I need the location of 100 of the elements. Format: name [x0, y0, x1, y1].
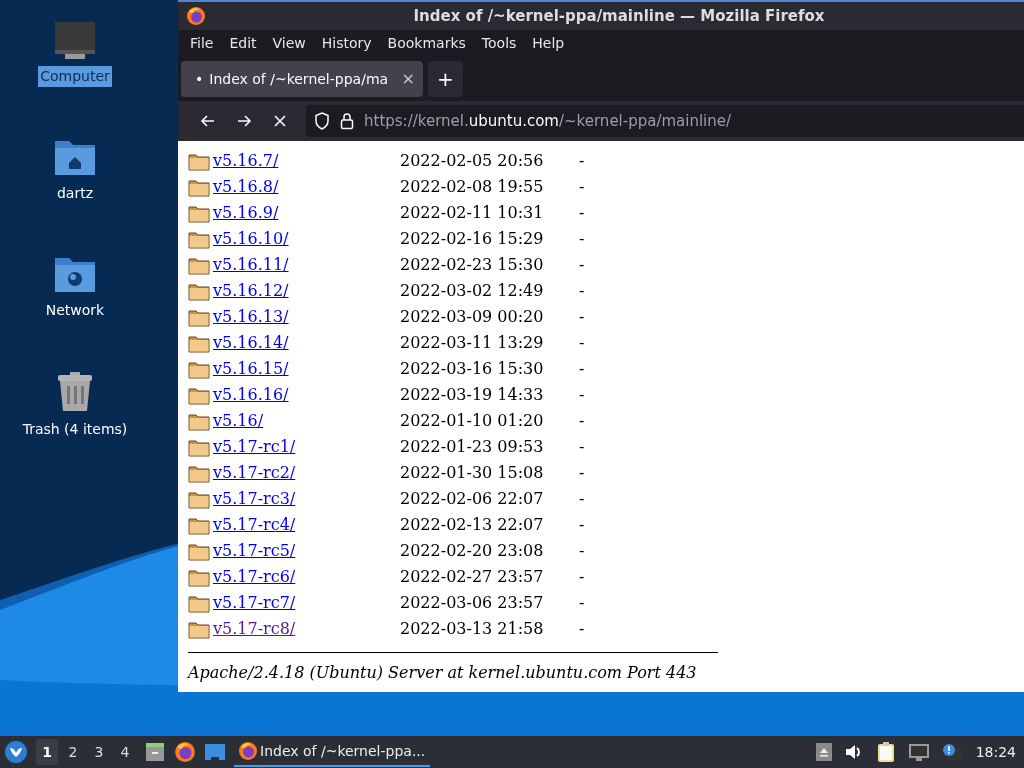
folder-icon — [188, 255, 210, 275]
folder-icon — [188, 307, 210, 327]
desktop-icon-label[interactable]: Network — [43, 300, 107, 321]
notification-icon[interactable] — [941, 743, 962, 761]
workspace-button[interactable]: 1 — [36, 739, 58, 765]
folder-icon — [188, 489, 210, 509]
address-field[interactable]: https://kernel.ubuntu.com/~kernel-ppa/mainline/ — [306, 105, 1024, 137]
date-cell-text: 2022-02-05 20:56 — [400, 150, 545, 172]
trash-icon — [55, 371, 95, 413]
size-cell-text: - — [579, 566, 585, 588]
firefox-icon — [186, 6, 206, 26]
size-cell-text: - — [579, 306, 585, 328]
forward-arrow-icon[interactable] — [236, 113, 252, 129]
directory-link[interactable]: v5.16.16/ — [213, 383, 289, 407]
window-title: Index of /~kernel-ppa/mainline — Mozilla Firefox — [412, 5, 826, 27]
date-cell-text: 2022-02-08 19:55 — [400, 176, 545, 198]
menu-item[interactable]: History — [313, 33, 380, 54]
firefox-icon — [238, 741, 258, 761]
directory-link[interactable]: v5.16.13/ — [213, 305, 289, 329]
directory-link[interactable]: v5.17-rc7/ — [213, 591, 296, 615]
menu-item[interactable]: Edit — [221, 33, 265, 54]
directory-link[interactable]: v5.16.10/ — [213, 227, 289, 251]
folder-icon — [188, 333, 210, 353]
date-cell-text: 2022-03-11 13:29 — [400, 332, 545, 354]
folder-icon — [188, 515, 210, 535]
directory-link[interactable]: v5.16/ — [213, 409, 264, 433]
folder-icon — [188, 541, 210, 561]
directory-link[interactable]: v5.16.9/ — [213, 201, 279, 225]
workspace-button[interactable]: 2 — [62, 739, 84, 765]
close-tab-button[interactable]: × — [401, 67, 415, 91]
date-cell-text: 2022-01-10 01:20 — [400, 410, 545, 432]
new-tab-button[interactable]: + — [428, 61, 463, 97]
firefox-icon[interactable] — [174, 741, 196, 763]
directory-link[interactable]: v5.16.8/ — [213, 175, 279, 199]
date-cell-text: 2022-03-16 15:30 — [400, 358, 545, 380]
size-cell-text: - — [579, 410, 585, 432]
size-cell-text: - — [579, 332, 585, 354]
desktop-icon-label[interactable]: Trash (4 items) — [20, 419, 130, 440]
date-cell-text: 2022-02-16 15:29 — [400, 228, 545, 250]
close-icon[interactable] — [272, 113, 288, 129]
directory-link[interactable]: v5.16.12/ — [213, 279, 289, 303]
directory-link[interactable]: v5.17-rc5/ — [213, 539, 296, 563]
folder-icon — [188, 359, 210, 379]
folder-icon — [188, 385, 210, 405]
clock: 18:24 — [975, 742, 1016, 762]
directory-link[interactable]: v5.16.7/ — [213, 149, 279, 173]
directory-link[interactable]: v5.17-rc8/ — [213, 617, 296, 641]
size-cell-text: - — [579, 254, 585, 276]
show-desktop-icon[interactable] — [204, 742, 226, 762]
date-cell-text: 2022-02-27 23:57 — [400, 566, 545, 588]
folder-icon — [188, 619, 210, 639]
directory-link[interactable]: v5.17-rc3/ — [213, 487, 296, 511]
size-cell-text: - — [579, 540, 585, 562]
desktop-icon-label[interactable]: dartz — [54, 183, 96, 204]
browser-tab[interactable]: • Index of /~kernel-ppa/ma × — [181, 61, 423, 97]
desktop-icon-label[interactable]: Computer — [38, 66, 112, 87]
menu-item[interactable]: Bookmarks — [379, 33, 474, 54]
date-cell-text: 2022-01-30 15:08 — [400, 462, 545, 484]
directory-link[interactable]: v5.16.11/ — [213, 253, 289, 277]
menu-item[interactable]: View — [264, 33, 314, 54]
menu-item[interactable]: Tools — [473, 33, 525, 54]
folder-icon — [188, 203, 210, 223]
shield-icon[interactable] — [314, 112, 330, 130]
size-cell-text: - — [579, 228, 585, 250]
folder-icon — [188, 463, 210, 483]
network-icon[interactable] — [907, 743, 930, 761]
size-cell-text: - — [579, 592, 585, 614]
directory-link[interactable]: v5.17-rc6/ — [213, 565, 296, 589]
folder-icon — [188, 437, 210, 457]
file-cabinet-icon[interactable] — [144, 741, 166, 763]
workspace-button[interactable]: 3 — [88, 739, 110, 765]
back-arrow-icon[interactable] — [200, 113, 216, 129]
size-cell-text: - — [579, 488, 585, 510]
size-cell-text: - — [579, 280, 585, 302]
menu-item[interactable]: Help — [524, 33, 573, 54]
computer-icon — [53, 20, 97, 60]
size-cell-text: - — [579, 384, 585, 406]
folder-icon — [188, 177, 210, 197]
folder-icon — [188, 229, 210, 249]
size-cell-text: - — [579, 514, 585, 536]
loading-dot: • — [195, 69, 204, 89]
directory-link[interactable]: v5.17-rc1/ — [213, 435, 296, 459]
eject-icon[interactable] — [815, 743, 832, 761]
menu-item[interactable]: File — [182, 33, 222, 54]
taskbar-window-button[interactable]: Index of /~kernel-ppa... — [234, 737, 430, 767]
date-cell-text: 2022-03-02 12:49 — [400, 280, 545, 302]
start-menu-button[interactable] — [4, 740, 28, 764]
lock-icon[interactable] — [340, 112, 354, 130]
directory-link[interactable]: v5.16.14/ — [213, 331, 289, 355]
directory-link[interactable]: v5.17-rc4/ — [213, 513, 296, 537]
folder-icon — [188, 593, 210, 613]
directory-link[interactable]: v5.17-rc2/ — [213, 461, 296, 485]
date-cell-text: 2022-02-23 15:30 — [400, 254, 545, 276]
folder-icon — [188, 567, 210, 587]
directory-link[interactable]: v5.16.15/ — [213, 357, 289, 381]
folder-icon — [188, 411, 210, 431]
date-cell-text: 2022-03-19 14:33 — [400, 384, 545, 406]
size-cell-text: - — [579, 202, 585, 224]
workspace-button[interactable]: 4 — [114, 739, 136, 765]
clipboard-icon[interactable] — [875, 741, 896, 763]
